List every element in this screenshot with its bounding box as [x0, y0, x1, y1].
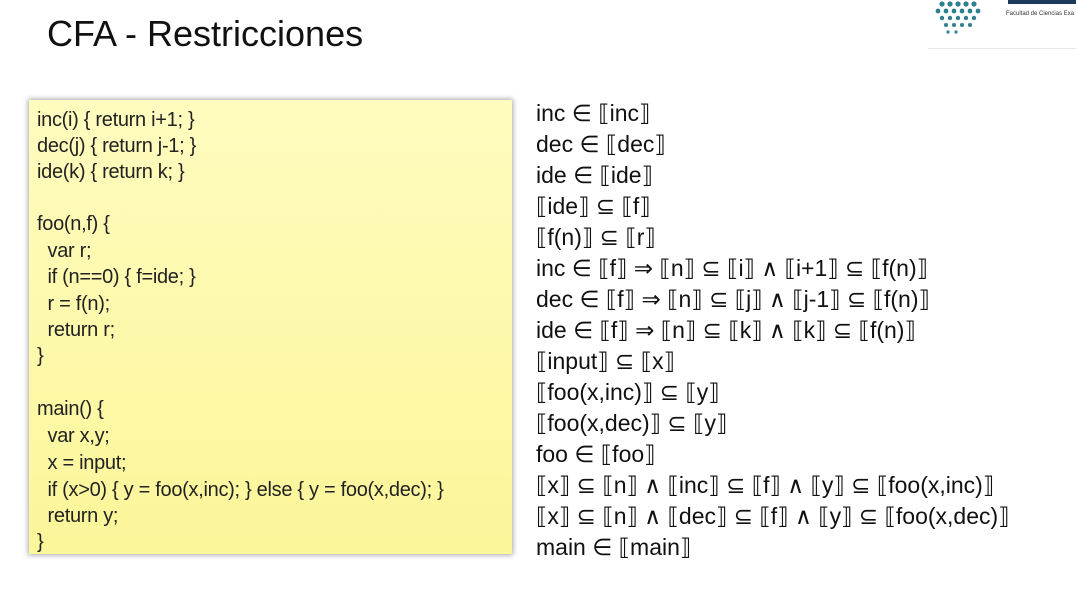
- constraint-item: ⟦input⟧ ⊆ ⟦x⟧: [536, 348, 675, 374]
- constraint-item: foo ∈ ⟦foo⟧: [536, 441, 656, 467]
- logo-caption: Facultad de Ciencias Exa: [1006, 11, 1075, 17]
- constraint-item: inc ∈ ⟦f⟧ ⇒ ⟦n⟧ ⊆ ⟦i⟧ ∧ ⟦i+1⟧ ⊆ ⟦f(n)⟧: [536, 255, 928, 281]
- constraint-item: ⟦f(n)⟧ ⊆ ⟦r⟧: [536, 224, 656, 250]
- constraint-item: ⟦foo(x,dec)⟧ ⊆ ⟦y⟧: [536, 410, 728, 436]
- code-line: if (n==0) { f=ide; }: [37, 266, 196, 288]
- code-line: inc(i) { return i+1; }: [37, 109, 195, 131]
- constraint-item: dec ∈ ⟦f⟧ ⇒ ⟦n⟧ ⊆ ⟦j⟧ ∧ ⟦j-1⟧ ⊆ ⟦f(n)⟧: [536, 286, 930, 312]
- code-line: if (x>0) { y = foo(x,inc); } else { y = …: [37, 479, 444, 501]
- code-line: return r;: [37, 319, 116, 341]
- logo-dots-icon: [935, 1, 981, 34]
- code-line: x = input;: [37, 452, 127, 474]
- code-line: }: [37, 345, 44, 367]
- code-line: ide(k) { return k; }: [37, 161, 185, 183]
- constraint-item: ide ∈ ⟦ide⟧: [536, 162, 653, 188]
- code-line: var x,y;: [37, 425, 110, 447]
- code-line: var r;: [37, 240, 92, 262]
- constraint-item: ⟦x⟧ ⊆ ⟦n⟧ ∧ ⟦inc⟧ ⊆ ⟦f⟧ ∧ ⟦y⟧ ⊆ ⟦foo(x,i…: [536, 472, 995, 498]
- code-listing-box: inc(i) { return i+1; } dec(j) { return j…: [29, 100, 512, 554]
- constraint-item: ⟦foo(x,inc)⟧ ⊆ ⟦y⟧: [536, 379, 720, 405]
- code-line: return y;: [37, 505, 119, 527]
- logo-bar: [1008, 0, 1076, 4]
- logo-divider: [928, 48, 1076, 49]
- code-line: main() {: [37, 398, 104, 420]
- constraint-item: main ∈ ⟦main⟧: [536, 534, 692, 560]
- constraint-item: inc ∈ ⟦inc⟧: [536, 100, 651, 126]
- constraint-item: dec ∈ ⟦dec⟧: [536, 131, 666, 157]
- constraint-item: ⟦ide⟧ ⊆ ⟦f⟧: [536, 193, 651, 219]
- code-line: foo(n,f) {: [37, 213, 110, 235]
- constraint-item: ⟦x⟧ ⊆ ⟦n⟧ ∧ ⟦dec⟧ ⊆ ⟦f⟧ ∧ ⟦y⟧ ⊆ ⟦foo(x,d…: [536, 503, 1010, 529]
- code-line: r = f(n);: [37, 293, 111, 315]
- faculty-logo: Facultad de Ciencias Exa: [928, 0, 1076, 50]
- constraint-item: ide ∈ ⟦f⟧ ⇒ ⟦n⟧ ⊆ ⟦k⟧ ∧ ⟦k⟧ ⊆ ⟦f(n)⟧: [536, 317, 916, 343]
- slide-title: CFA - Restricciones: [47, 13, 364, 54]
- code-line: dec(j) { return j-1; }: [37, 135, 197, 157]
- code-line: }: [37, 531, 44, 553]
